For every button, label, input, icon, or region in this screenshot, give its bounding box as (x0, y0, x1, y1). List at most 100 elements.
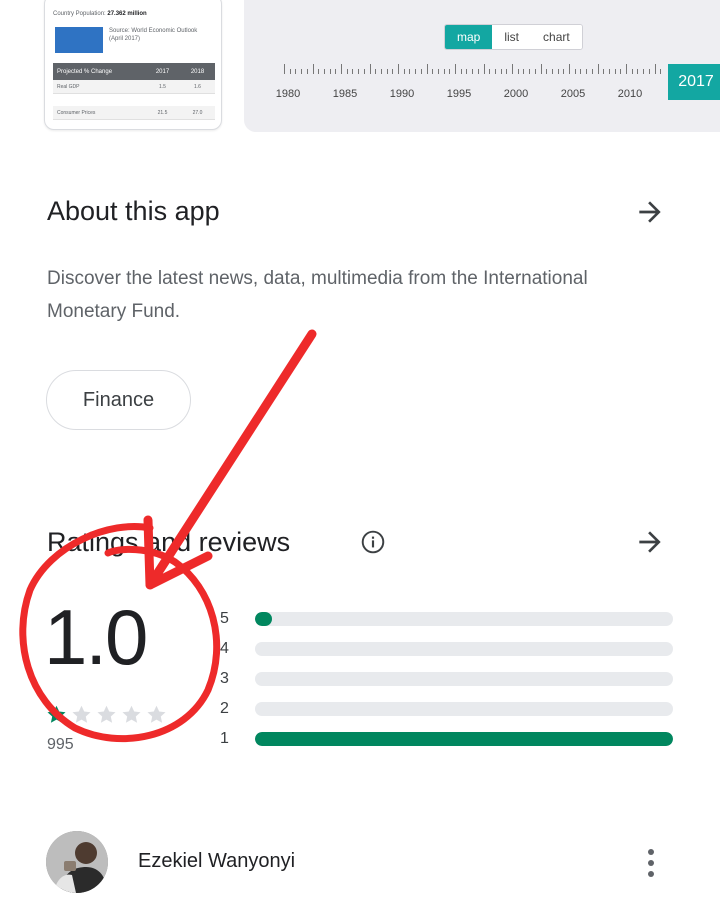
timeline-tick (335, 69, 337, 74)
rating-bar-label: 1 (220, 730, 229, 747)
timeline-tick (415, 69, 417, 74)
timeline-tick (569, 64, 570, 74)
year-label: 1995 (446, 88, 472, 100)
tab-chart[interactable]: chart (531, 25, 582, 49)
year-timeline[interactable] (284, 64, 674, 74)
rating-bar-label: 4 (220, 640, 229, 657)
timeline-tick (500, 69, 502, 74)
rating-bar-label: 3 (220, 670, 229, 687)
rating-bar-track (255, 672, 673, 686)
ratings-title: Ratings and reviews (47, 527, 291, 557)
ratings-arrow-button[interactable] (630, 522, 670, 562)
year-label: 2005 (560, 88, 586, 100)
timeline-tick (557, 69, 559, 74)
info-icon[interactable] (360, 529, 386, 555)
timeline-tick (608, 69, 610, 74)
population-line: Country Population: 27.362 million (53, 11, 147, 17)
timeline-tick (369, 64, 371, 74)
timeline-tick (472, 69, 474, 74)
about-arrow-button[interactable] (630, 192, 670, 232)
rating-bar-track (255, 642, 673, 656)
timeline-tick (306, 69, 308, 74)
projection-table-header: Projected % Change 2017 2018 (53, 63, 215, 80)
timeline-tick (460, 69, 462, 74)
tab-list[interactable]: list (492, 25, 532, 49)
rating-bar-track (255, 612, 673, 626)
rating-bar-row: 3 (220, 669, 680, 689)
category-chip-finance[interactable]: Finance (46, 370, 191, 430)
rating-bar-track (255, 732, 673, 746)
timeline-tick (477, 69, 479, 74)
reviewer-avatar (46, 831, 108, 893)
rating-bar-fill (255, 612, 272, 626)
selected-year-badge[interactable]: 2017 (668, 64, 720, 100)
timeline-tick (517, 69, 519, 74)
timeline-tick (540, 64, 542, 74)
timeline-tick (380, 69, 382, 74)
timeline-tick (546, 69, 548, 74)
timeline-tick (591, 69, 593, 74)
timeline-tick (329, 69, 331, 74)
timeline-tick (301, 69, 303, 74)
timeline-tick (398, 64, 399, 74)
rating-bar-row: 2 (220, 699, 680, 719)
app-description: Discover the latest news, data, multimed… (47, 268, 588, 322)
table-cell: Real GDP (57, 83, 80, 90)
timeline-tick (312, 64, 314, 74)
year-label: 2000 (503, 88, 529, 100)
table-row: Consumer Prices 21.5 27.0 (53, 106, 215, 120)
table-cell: 1.6 (194, 83, 201, 90)
year-label: 2010 (617, 88, 643, 100)
year-label: 1990 (389, 88, 415, 100)
timeline-tick (597, 64, 599, 74)
app-screenshot-1[interactable]: Country Population: 27.362 million Sourc… (44, 0, 222, 130)
timeline-tick (494, 69, 496, 74)
timeline-tick (603, 69, 605, 74)
timeline-tick (523, 69, 525, 74)
timeline-tick (637, 69, 639, 74)
timeline-tick (534, 69, 536, 74)
timeline-tick (506, 69, 508, 74)
timeline-tick (483, 64, 485, 74)
rating-bar-fill (255, 732, 673, 746)
timeline-tick (432, 69, 434, 74)
more-options-icon[interactable] (636, 841, 666, 885)
timeline-tick (358, 69, 360, 74)
timeline-tick (449, 69, 451, 74)
table-header-cell: Projected % Change (57, 68, 113, 75)
star-icon (72, 705, 91, 723)
timeline-tick (363, 69, 365, 74)
timeline-tick (318, 69, 320, 74)
star-icon (97, 705, 116, 723)
reviewer-name: Ezekiel Wanyonyi (138, 850, 296, 872)
population-label: Country Population: (53, 11, 106, 17)
timeline-tick (529, 69, 531, 74)
rating-bar-track (255, 702, 673, 716)
app-screenshot-2[interactable]: map list chart 1980 1985 1990 1995 2000 … (244, 0, 720, 132)
year-label: 1985 (332, 88, 358, 100)
timeline-tick (654, 64, 656, 74)
timeline-tick (409, 69, 411, 74)
timeline-tick (660, 69, 662, 74)
timeline-tick (620, 69, 622, 74)
rating-bar-row: 1 (220, 729, 680, 749)
about-title: About this app (47, 196, 220, 226)
annotation-overlay (19, 329, 317, 742)
rating-bar-label: 2 (220, 700, 229, 717)
tab-map[interactable]: map (445, 25, 493, 49)
timeline-tick (466, 69, 468, 74)
timeline-tick (586, 69, 588, 74)
table-cell: 1.5 (159, 83, 166, 90)
table-cell: Consumer Prices (57, 109, 96, 116)
star-icon (122, 705, 141, 723)
timeline-tick (352, 69, 354, 74)
timeline-tick (631, 69, 633, 74)
table-cell: 27.0 (192, 109, 203, 116)
star-icon (147, 705, 166, 723)
timeline-tick (643, 69, 645, 74)
view-tabs: map list chart (444, 24, 583, 50)
timeline-tick (375, 69, 377, 74)
rating-bar-row: 5 (220, 609, 680, 629)
timeline-tick (403, 69, 405, 74)
arrow-right-icon (639, 201, 661, 223)
